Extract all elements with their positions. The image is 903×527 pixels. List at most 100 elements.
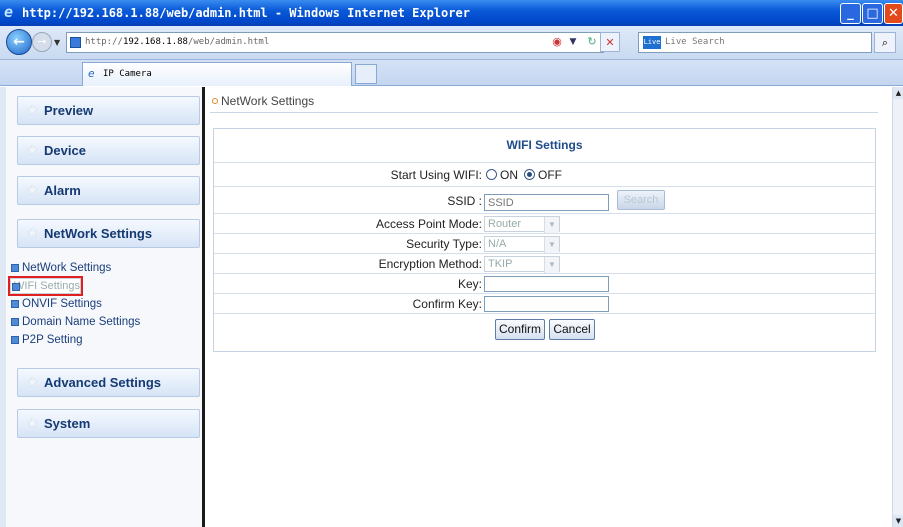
search-icon[interactable]: ⌕ — [874, 32, 896, 53]
main-content: NetWork Settings WIFI Settings Start Usi… — [208, 87, 892, 527]
scroll-up-icon[interactable]: ▲ — [893, 87, 903, 99]
encryption-method-select[interactable]: TKIP ▼ — [484, 256, 560, 273]
confirm-button[interactable]: Confirm — [495, 319, 545, 340]
vertical-scrollbar[interactable]: ▲ ▼ — [892, 87, 903, 527]
star-icon: ★ — [27, 416, 38, 430]
square-bullet-icon — [11, 300, 19, 308]
window-title: http://192.168.1.88/web/admin.html - Win… — [22, 6, 470, 20]
forward-button[interactable]: → — [32, 32, 52, 52]
url-prefix: http:// — [85, 37, 123, 47]
sidebar-item-p2p[interactable]: P2P Setting — [10, 332, 83, 348]
menu-alarm-label: Alarm — [44, 183, 81, 198]
menu-device-label: Device — [44, 143, 86, 158]
square-bullet-icon — [12, 283, 20, 291]
live-search-placeholder: Live Search — [665, 37, 725, 47]
row-buttons: Confirm Cancel — [214, 313, 875, 351]
live-search-logo: Live — [643, 36, 661, 49]
menu-advanced-label: Advanced Settings — [44, 375, 162, 390]
divider — [210, 112, 878, 113]
row-confirm-key: Confirm Key: — [214, 293, 875, 313]
menu-preview-label: Preview — [44, 103, 94, 118]
encryption-method-value: TKIP — [488, 258, 513, 270]
row-security-type: Security Type: N/A ▼ — [214, 233, 875, 253]
security-type-value: N/A — [488, 238, 507, 250]
sidebar-item-label: NetWork Settings — [22, 262, 112, 274]
confirm-key-input[interactable] — [484, 296, 609, 312]
window-titlebar: e http://192.168.1.88/web/admin.html - W… — [0, 0, 903, 26]
menu-alarm[interactable]: ★ Alarm — [17, 176, 200, 205]
breadcrumb-label: NetWork Settings — [221, 94, 315, 108]
sidebar-item-label: P2P Setting — [22, 334, 83, 346]
cancel-button[interactable]: Cancel — [549, 319, 595, 340]
address-toolbar: ← → ▼ http://192.168.1.88/web/admin.html… — [0, 26, 903, 60]
security-type-label: Security Type: — [406, 237, 482, 251]
ssid-label: SSID : — [447, 194, 482, 208]
menu-system-label: System — [44, 416, 91, 431]
new-tab-button[interactable] — [355, 64, 377, 84]
url-path: /web/admin.html — [187, 37, 270, 47]
chevron-down-icon: ▼ — [544, 217, 559, 233]
security-type-select[interactable]: N/A ▼ — [484, 236, 560, 253]
sidebar-edge — [0, 87, 6, 527]
url-host: 192.168.1.88 — [122, 37, 188, 47]
maximize-button[interactable]: □ — [862, 3, 883, 24]
history-dropdown-icon[interactable]: ▼ — [54, 38, 60, 47]
start-using-label: Start Using WIFI: — [390, 168, 482, 182]
page-icon — [70, 37, 81, 48]
menu-device[interactable]: ★ Device — [17, 136, 200, 165]
bullet-icon — [212, 98, 218, 104]
access-point-mode-select[interactable]: Router ▼ — [484, 216, 560, 233]
star-icon: ★ — [27, 375, 38, 389]
ie-tab-icon: e — [88, 67, 95, 80]
menu-system[interactable]: ★ System — [17, 409, 200, 438]
star-icon: ★ — [27, 226, 38, 240]
tab-label: IP Camera — [103, 69, 152, 79]
minimize-button[interactable]: _ — [840, 3, 861, 24]
square-bullet-icon — [11, 318, 19, 326]
row-encryption-method: Encryption Method: TKIP ▼ — [214, 253, 875, 273]
row-access-point-mode: Access Point Mode: Router ▼ — [214, 213, 875, 233]
tab-bar: e IP Camera — [0, 60, 903, 86]
wifi-off-radio[interactable] — [524, 169, 535, 180]
scroll-down-icon[interactable]: ▼ — [893, 515, 903, 527]
back-button[interactable]: ← — [6, 29, 32, 55]
menu-network-label: NetWork Settings — [44, 226, 153, 241]
encryption-method-label: Encryption Method: — [378, 257, 482, 271]
sidebar-item-onvif[interactable]: ONVIF Settings — [10, 296, 102, 312]
address-dropdown-icon[interactable]: ▼ — [563, 32, 583, 52]
key-input[interactable] — [484, 276, 609, 292]
confirm-key-label: Confirm Key: — [412, 297, 482, 311]
breadcrumb: NetWork Settings — [212, 94, 314, 108]
tab-ip-camera[interactable]: e IP Camera — [82, 62, 352, 86]
stop-icon[interactable]: ✕ — [600, 32, 620, 52]
row-start-using: Start Using WIFI: ON OFF — [214, 162, 875, 186]
square-bullet-icon — [11, 336, 19, 344]
menu-advanced[interactable]: ★ Advanced Settings — [17, 368, 200, 397]
sidebar-item-label: WIFI Settings — [14, 280, 81, 292]
close-window-button[interactable]: ✕ — [884, 3, 903, 24]
row-key: Key: — [214, 273, 875, 293]
menu-network[interactable]: ★ NetWork Settings — [17, 219, 200, 248]
ie-logo-icon: e — [4, 3, 14, 21]
sidebar: ★ Preview ★ Device ★ Alarm ★ NetWork Setting… — [0, 87, 205, 527]
menu-preview[interactable]: ★ Preview — [17, 96, 200, 125]
sidebar-item-network[interactable]: NetWork Settings — [10, 260, 111, 276]
sidebar-item-domain[interactable]: Domain Name Settings — [10, 314, 140, 330]
refresh-icon[interactable]: ↻ — [582, 32, 602, 52]
star-icon: ★ — [27, 103, 38, 117]
wifi-on-label: ON — [500, 168, 518, 182]
address-input[interactable]: http://192.168.1.88/web/admin.html — [66, 32, 604, 53]
sidebar-item-label: ONVIF Settings — [22, 298, 102, 310]
live-search-input[interactable]: Live Live Search — [638, 32, 872, 53]
row-ssid: SSID : Search — [214, 186, 875, 213]
form-title: WIFI Settings — [506, 138, 583, 152]
wifi-settings-form: WIFI Settings Start Using WIFI: ON OFF S… — [213, 128, 876, 352]
search-button[interactable]: Search — [617, 190, 665, 210]
star-icon: ★ — [27, 143, 38, 157]
sidebar-item-wifi[interactable]: WIFI Settings — [7, 276, 84, 296]
access-point-mode-label: Access Point Mode: — [375, 217, 482, 231]
wifi-on-radio[interactable] — [486, 169, 497, 180]
square-bullet-icon — [11, 264, 19, 272]
ssid-input[interactable] — [484, 194, 609, 211]
sidebar-item-label: Domain Name Settings — [22, 316, 141, 328]
